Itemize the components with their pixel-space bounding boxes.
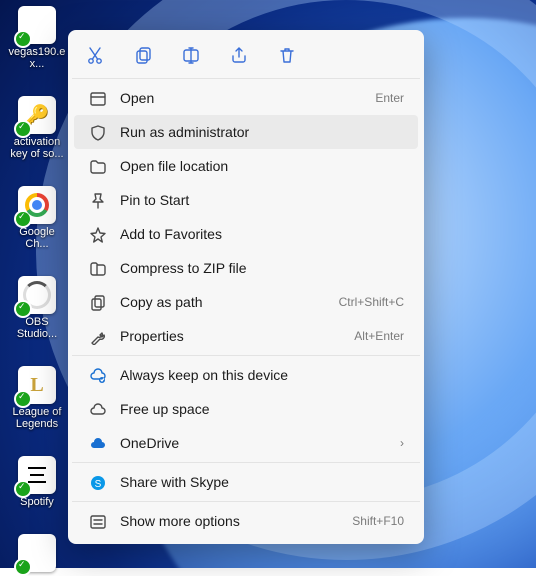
menu-label: Add to Favorites	[120, 226, 404, 242]
copy-button[interactable]	[132, 44, 154, 66]
icon-label: League of Legends	[8, 406, 66, 430]
desktop-icon-activation-key[interactable]: activation key of so...	[8, 96, 66, 160]
rename-button[interactable]	[180, 44, 202, 66]
document-icon	[18, 96, 56, 134]
icon-label: Spotify	[20, 496, 54, 508]
copy-path-icon	[88, 293, 106, 311]
menu-shortcut: Ctrl+Shift+C	[339, 295, 404, 309]
menu-label: Run as administrator	[120, 124, 404, 140]
trash-icon	[277, 45, 297, 65]
menu-item-copy-path[interactable]: Copy as path Ctrl+Shift+C	[74, 285, 418, 319]
menu-label: Compress to ZIP file	[120, 260, 404, 276]
icon-label: Google Ch...	[8, 226, 66, 250]
menu-label: Show more options	[120, 513, 338, 529]
menu-label: Pin to Start	[120, 192, 404, 208]
desktop-icon-extra[interactable]	[8, 534, 66, 574]
menu-shortcut: Enter	[375, 91, 404, 105]
menu-shortcut: Alt+Enter	[354, 329, 404, 343]
pin-icon	[88, 191, 106, 209]
onedrive-icon	[88, 434, 106, 452]
zip-icon	[88, 259, 106, 277]
share-icon	[229, 45, 249, 65]
menu-item-compress[interactable]: Compress to ZIP file	[74, 251, 418, 285]
menu-item-run-as-admin[interactable]: Run as administrator	[74, 115, 418, 149]
icon-label: vegas190.ex...	[8, 46, 66, 70]
obs-icon	[18, 276, 56, 314]
desktop[interactable]: vegas190.ex... activation key of so... G…	[0, 0, 536, 568]
wrench-icon	[88, 327, 106, 345]
rename-icon	[181, 45, 201, 65]
delete-button[interactable]	[276, 44, 298, 66]
desktop-icon-obs[interactable]: OBS Studio...	[8, 276, 66, 340]
open-icon	[88, 89, 106, 107]
skype-icon: S	[88, 473, 106, 491]
share-button[interactable]	[228, 44, 250, 66]
menu-item-properties[interactable]: Properties Alt+Enter	[74, 319, 418, 353]
lol-icon	[18, 366, 56, 404]
cloud-keep-icon	[88, 366, 106, 384]
menu-label: Share with Skype	[120, 474, 404, 490]
folder-icon	[88, 157, 106, 175]
vegas-icon	[18, 6, 56, 44]
separator	[72, 501, 420, 502]
menu-shortcut: Shift+F10	[352, 514, 404, 528]
menu-label: Open	[120, 90, 361, 106]
menu-label: Copy as path	[120, 294, 325, 310]
desktop-icon-spotify[interactable]: Spotify	[8, 456, 66, 508]
separator	[72, 462, 420, 463]
more-icon	[88, 512, 106, 530]
copy-icon	[133, 45, 153, 65]
desktop-icon-lol[interactable]: League of Legends	[8, 366, 66, 430]
menu-label: Properties	[120, 328, 340, 344]
menu-item-more-options[interactable]: Show more options Shift+F10	[74, 504, 418, 538]
menu-item-open-location[interactable]: Open file location	[74, 149, 418, 183]
menu-item-free-space[interactable]: Free up space	[74, 392, 418, 426]
icon-label: OBS Studio...	[8, 316, 66, 340]
cloud-icon	[88, 400, 106, 418]
chrome-icon	[18, 186, 56, 224]
menu-label: Open file location	[120, 158, 404, 174]
desktop-icon-chrome[interactable]: Google Ch...	[8, 186, 66, 250]
menu-item-pin-start[interactable]: Pin to Start	[74, 183, 418, 217]
shield-icon	[88, 123, 106, 141]
chevron-right-icon: ›	[400, 436, 404, 450]
menu-item-onedrive[interactable]: OneDrive ›	[74, 426, 418, 460]
context-menu-toolbar	[72, 36, 420, 76]
cut-icon	[85, 45, 105, 65]
star-icon	[88, 225, 106, 243]
spotify-icon	[18, 456, 56, 494]
context-menu: Open Enter Run as administrator Open fil…	[68, 30, 424, 544]
menu-label: Free up space	[120, 401, 404, 417]
menu-label: OneDrive	[120, 435, 386, 451]
desktop-icon-vegas[interactable]: vegas190.ex...	[8, 6, 66, 70]
menu-label: Always keep on this device	[120, 367, 404, 383]
separator	[72, 78, 420, 79]
desktop-icon-column: vegas190.ex... activation key of so... G…	[8, 6, 72, 574]
menu-item-always-keep[interactable]: Always keep on this device	[74, 358, 418, 392]
svg-text:S: S	[95, 479, 102, 490]
menu-item-open[interactable]: Open Enter	[74, 81, 418, 115]
separator	[72, 355, 420, 356]
app-icon	[18, 534, 56, 572]
icon-label: activation key of so...	[8, 136, 66, 160]
menu-item-skype[interactable]: S Share with Skype	[74, 465, 418, 499]
menu-item-favorites[interactable]: Add to Favorites	[74, 217, 418, 251]
cut-button[interactable]	[84, 44, 106, 66]
